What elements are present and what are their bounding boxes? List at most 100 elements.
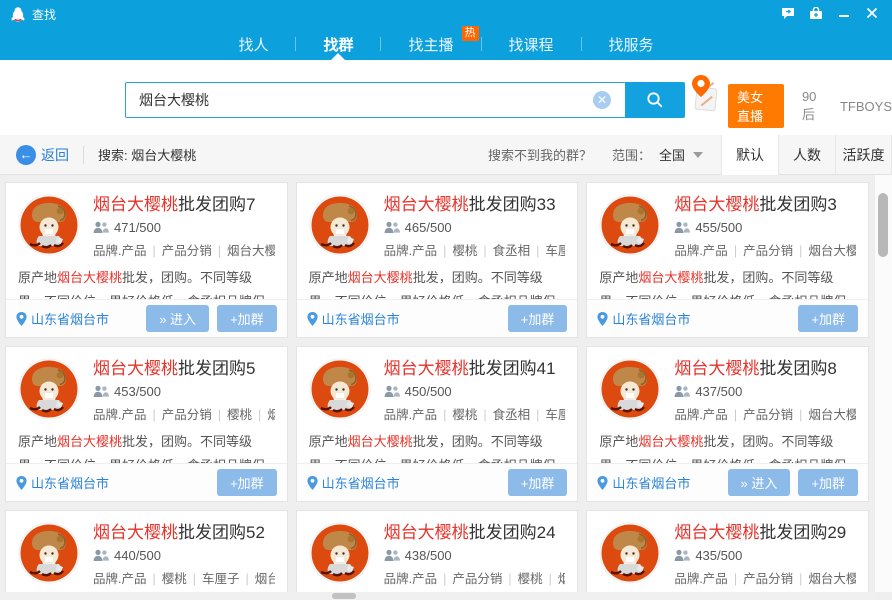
group-location[interactable]: 山东省烟台市 [307,473,400,492]
search-icon [646,91,664,109]
tag-list: 品牌.产品|樱桃|食丞相|车厘子 ... [384,404,566,423]
result-grid: 烟台大樱桃批发团购7 471/500 品牌.产品|产品分销|烟台大樱桃 ... … [0,175,874,592]
minimize-button[interactable] [830,2,858,24]
group-location[interactable]: 山东省烟台市 [597,473,690,492]
group-tag: 产品分销 [162,408,212,422]
hot-word-link[interactable]: TFBOYS [840,99,892,114]
title-highlight: 烟台大樱桃 [93,195,178,214]
join-group-button[interactable]: +加群 [508,469,568,496]
group-title[interactable]: 烟台大樱桃批发团购29 [674,522,856,543]
group-tag: 品牌.产品 [674,572,727,586]
group-tag: 品牌.产品 [93,572,146,586]
sort-tab-default[interactable]: 默认 [721,135,778,175]
sort-tab-members[interactable]: 人数 [778,135,835,175]
group-card[interactable]: 烟台大樱桃批发团购5 453/500 品牌.产品|产品分销|樱桃|烟台... 原… [5,346,288,502]
horizontal-scrollbar[interactable] [0,592,874,600]
tab-find-streamers[interactable]: 找主播热 [381,28,480,60]
tab-find-services[interactable]: 找服务 [582,28,681,60]
tab-find-groups[interactable]: 找群 [296,28,380,60]
group-card[interactable]: 烟台大樱桃批发团购41 450/500 品牌.产品|樱桃|食丞相|车厘子 ...… [296,346,579,502]
group-avatar[interactable] [599,522,661,584]
search-button[interactable] [625,82,685,118]
group-tag: 樱桃 [227,408,252,422]
nearby-groups-icon[interactable] [688,74,720,114]
group-tag: 烟台大樱桃 ... [808,244,856,258]
enter-group-button[interactable]: » 进入 [146,305,209,332]
hot-word-link[interactable]: 90后 [802,89,822,123]
join-group-button[interactable]: +加群 [217,305,277,332]
member-count: 450/500 [384,384,566,399]
group-location[interactable]: 山东省烟台市 [16,473,109,492]
hot-badge: 热 [462,26,479,41]
vertical-scrollbar-thumb[interactable] [878,193,888,257]
tag-separator: | [728,244,743,258]
group-tag: 车厘子 ... [545,408,565,422]
members-icon [384,385,400,398]
card-buttons: » 进入 +加群 [728,469,858,496]
group-card[interactable]: 烟台大樱桃批发团购29 435/500 品牌.产品|产品分销|烟台大樱桃 ... [586,510,869,592]
horizontal-scrollbar-thumb[interactable] [332,593,356,599]
group-tag: 樱桃 [518,572,543,586]
group-card[interactable]: 烟台大樱桃批发团购3 455/500 品牌.产品|产品分销|烟台大樱桃 ... … [586,182,869,338]
group-location[interactable]: 山东省烟台市 [16,309,109,328]
app-box-icon[interactable] [802,2,830,24]
tag-list: 品牌.产品|产品分销|樱桃|烟台... [384,568,566,587]
join-group-button[interactable]: +加群 [798,305,858,332]
qq-logo-icon [10,6,26,22]
member-count-text: 440/500 [114,548,161,563]
scope-dropdown[interactable]: 全国 [659,145,703,164]
location-pin-icon [597,312,608,326]
group-card[interactable]: 烟台大樱桃批发团购8 437/500 品牌.产品|产品分销|烟台大樱桃 ... … [586,346,869,502]
vertical-scrollbar[interactable] [874,175,892,592]
live-badge-link[interactable]: 美女直播 [728,84,784,128]
search-input[interactable] [125,82,625,118]
group-card[interactable]: 烟台大樱桃批发团购52 440/500 品牌.产品|樱桃|车厘子|烟台大... [5,510,288,592]
group-title[interactable]: 烟台大樱桃批发团购24 [384,522,566,543]
titlebar[interactable]: 查找 [0,0,892,28]
group-title[interactable]: 烟台大樱桃批发团购33 [384,194,566,215]
main-nav: 找人 找群 找主播热 找课程 找服务 [0,28,892,60]
group-title[interactable]: 烟台大樱桃批发团购5 [93,358,275,379]
group-location[interactable]: 山东省烟台市 [597,309,690,328]
group-avatar[interactable] [18,358,80,420]
group-title[interactable]: 烟台大樱桃批发团购7 [93,194,275,215]
group-title[interactable]: 烟台大樱桃批发团购3 [674,194,856,215]
scope-label: 范围： [612,145,651,164]
card-buttons: » 进入 +加群 [146,305,276,332]
group-avatar[interactable] [309,358,371,420]
join-group-button[interactable]: +加群 [798,469,858,496]
group-avatar[interactable] [309,522,371,584]
back-button[interactable]: ← 返回 [16,145,69,165]
member-count: 438/500 [384,548,566,563]
group-avatar[interactable] [599,358,661,420]
cant-find-group-link[interactable]: 搜索不到我的群？ [488,145,592,164]
tag-separator: | [530,244,545,258]
group-avatar[interactable] [599,194,661,256]
group-card[interactable]: 烟台大樱桃批发团购24 438/500 品牌.产品|产品分销|樱桃|烟台... [296,510,579,592]
member-count: 440/500 [93,548,275,563]
card-buttons: +加群 [798,305,858,332]
group-title[interactable]: 烟台大樱桃批发团购52 [93,522,275,543]
sort-tab-activity[interactable]: 活跃度 [835,135,892,175]
feedback-icon[interactable] [774,2,802,24]
close-button[interactable] [858,2,886,24]
group-location[interactable]: 山东省烟台市 [307,309,400,328]
clear-search-icon[interactable]: ✕ [593,91,611,109]
title-highlight: 烟台大樱桃 [384,359,469,378]
group-title[interactable]: 烟台大樱桃批发团购8 [674,358,856,379]
tag-separator: | [530,408,545,422]
group-avatar[interactable] [18,194,80,256]
group-card[interactable]: 烟台大樱桃批发团购7 471/500 品牌.产品|产品分销|烟台大樱桃 ... … [5,182,288,338]
group-avatar[interactable] [18,522,80,584]
join-group-button[interactable]: +加群 [508,305,568,332]
group-tag: 品牌.产品 [674,408,727,422]
enter-group-button[interactable]: » 进入 [728,469,791,496]
tab-find-courses[interactable]: 找课程 [482,28,581,60]
join-group-button[interactable]: +加群 [217,469,277,496]
tag-separator: | [146,408,161,422]
tab-find-people[interactable]: 找人 [211,28,295,60]
group-card[interactable]: 烟台大樱桃批发团购33 465/500 品牌.产品|樱桃|食丞相|车厘子 ...… [296,182,579,338]
group-avatar[interactable] [309,194,371,256]
group-title[interactable]: 烟台大樱桃批发团购41 [384,358,566,379]
title-highlight: 烟台大樱桃 [674,523,759,542]
